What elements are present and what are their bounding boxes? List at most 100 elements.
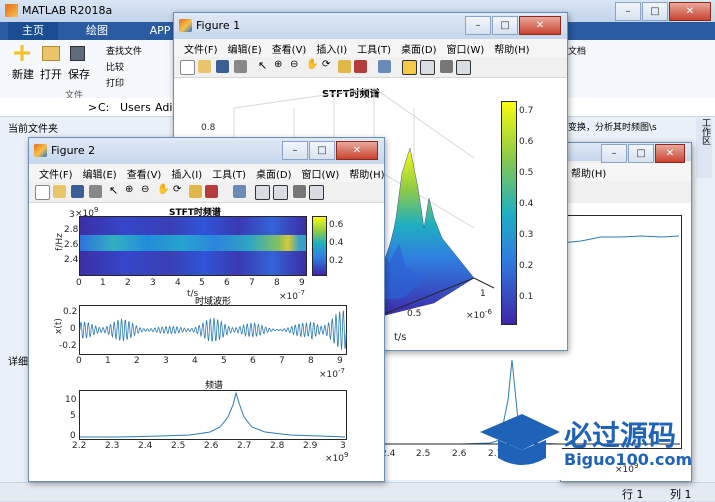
show-tools-icon[interactable] [309, 185, 324, 200]
fig2-menu-insert[interactable]: 插入(I) [171, 166, 202, 181]
watermark-cn: 必过源码 [564, 419, 677, 452]
hide-tools-icon[interactable] [440, 60, 453, 73]
print-icon[interactable] [234, 60, 247, 73]
fig2-close-button[interactable]: ✕ [336, 141, 378, 160]
save-icon[interactable] [71, 185, 84, 198]
fig3-xtick-2: 2.6 [452, 449, 467, 459]
fig2-menu-window[interactable]: 窗口(W) [302, 166, 340, 181]
save-icon[interactable] [216, 60, 229, 73]
fig2-menubar: 文件(F) 编辑(E) 查看(V) 插入(I) 工具(T) 桌面(D) 窗口(W… [29, 164, 384, 182]
open-icon[interactable] [198, 60, 211, 73]
pan-icon[interactable]: ✋ [157, 184, 170, 197]
fig2-minimize-button[interactable]: – [282, 141, 308, 160]
print-button[interactable]: 打印 [106, 76, 124, 89]
tab-plots[interactable]: 绘图 [72, 22, 122, 40]
pointer-icon[interactable]: ↖ [258, 59, 271, 72]
fig1-title: Figure 1 [196, 19, 241, 32]
status-bar: 行 1 列 1 [0, 482, 715, 501]
fig1-colorbar [501, 101, 517, 325]
save-button[interactable]: 保存 [68, 66, 90, 82]
figure-icon [179, 19, 192, 32]
legend-toggle-icon[interactable] [273, 185, 288, 200]
fig1-menu-edit[interactable]: 编辑(E) [228, 41, 262, 56]
fig1-menu-help[interactable]: 帮助(H) [494, 41, 529, 56]
fig1-cbar-tick-05: 0.5 [519, 168, 534, 178]
fig2-sub1-x-exponent: ×10-7 [279, 289, 305, 302]
show-tools-icon[interactable] [456, 60, 471, 75]
fig1-toolbar: ↖ ⊕ ⊖ ✋ ⟳ [174, 57, 567, 78]
fig2-menu-desktop[interactable]: 桌面(D) [256, 166, 292, 181]
fig1-xtick-0: 0.5 [407, 309, 422, 319]
watermark-url: Biguo100.com [564, 450, 693, 469]
zoom-out-icon[interactable]: ⊖ [290, 59, 303, 72]
new-figure-icon[interactable] [180, 60, 195, 75]
fig2-sub1-colorbar [312, 216, 327, 276]
figure2-window: Figure 2 – □ ✕ 文件(F) 编辑(E) 查看(V) 插入(I) 工… [28, 137, 385, 482]
figure-icon [34, 144, 47, 157]
fig2-menu-edit[interactable]: 编辑(E) [83, 166, 117, 181]
fig1-menu-file[interactable]: 文件(F) [184, 41, 218, 56]
open-button[interactable]: 打开 [40, 66, 62, 82]
hide-tools-icon[interactable] [293, 185, 306, 198]
zoom-out-icon[interactable]: ⊖ [141, 184, 154, 197]
fig1-xlabel: t/s [394, 332, 407, 343]
new-button[interactable]: 新建 [12, 66, 34, 82]
find-files-button[interactable]: 查找文件 [106, 44, 142, 57]
fig1-xtick-1: 1 [480, 289, 486, 299]
print-icon[interactable] [89, 185, 102, 198]
fig2-menu-view[interactable]: 查看(V) [127, 166, 162, 181]
fig3-maximize-button[interactable]: □ [628, 144, 654, 163]
fig2-sub3-x-exponent: ×109 [325, 451, 349, 464]
data-cursor-icon[interactable] [338, 60, 351, 73]
rotate-icon[interactable]: ⟳ [173, 184, 186, 197]
fig1-close-button[interactable]: ✕ [519, 16, 561, 35]
fig2-sub3-ytick-2: 0 [70, 431, 76, 441]
fig1-menu-view[interactable]: 查看(V) [272, 41, 307, 56]
fig1-x-exponent: ×10-6 [466, 308, 492, 321]
brush-icon[interactable] [205, 185, 218, 198]
new-figure-icon[interactable] [35, 185, 50, 200]
fig1-minimize-button[interactable]: – [465, 16, 491, 35]
tab-home[interactable]: 主页 [8, 22, 58, 40]
fig1-menu-window[interactable]: 窗口(W) [447, 41, 485, 56]
fig1-menu-insert[interactable]: 插入(I) [316, 41, 347, 56]
compare-button[interactable]: 比较 [106, 60, 124, 73]
workspace-tab[interactable]: 工作区 [696, 118, 712, 178]
zoom-in-icon[interactable]: ⊕ [274, 59, 287, 72]
fig2-spectrum-line [80, 391, 346, 438]
link-icon[interactable] [233, 185, 246, 198]
main-close-button[interactable]: ✕ [669, 2, 711, 21]
fig2-waveform [79, 310, 347, 350]
fig1-maximize-button[interactable]: □ [492, 16, 518, 35]
colorbar-toggle-icon[interactable] [402, 60, 417, 75]
command-hint: 变换，分析其时频图\s [568, 123, 657, 133]
colorbar-toggle-icon[interactable] [255, 185, 270, 200]
pan-icon[interactable]: ✋ [306, 59, 319, 72]
fig2-maximize-button[interactable]: □ [309, 141, 335, 160]
fig3-menu-help[interactable]: 帮助(H) [571, 165, 606, 180]
fig2-sub1-ytick-0: 3 [69, 210, 75, 220]
open-icon[interactable] [53, 185, 66, 198]
fig1-menu-tools[interactable]: 工具(T) [357, 41, 391, 56]
brush-icon[interactable] [354, 60, 367, 73]
fig3-close-button[interactable]: ✕ [655, 144, 685, 163]
link-icon[interactable] [378, 60, 391, 73]
zoom-in-icon[interactable]: ⊕ [125, 184, 138, 197]
data-cursor-icon[interactable] [189, 185, 202, 198]
legend-toggle-icon[interactable] [420, 60, 435, 75]
fig1-menu-desktop[interactable]: 桌面(D) [401, 41, 437, 56]
pointer-icon[interactable]: ↖ [109, 184, 122, 197]
fig3-xtick-1: 2.5 [416, 449, 431, 459]
fig3-minimize-button[interactable]: – [601, 144, 627, 163]
rotate-icon[interactable]: ⟳ [322, 59, 335, 72]
main-minimize-button[interactable]: – [615, 2, 641, 21]
fig2-menu-tools[interactable]: 工具(T) [212, 166, 246, 181]
fig2-menu-help[interactable]: 帮助(H) [349, 166, 384, 181]
graduation-cap-icon [480, 414, 560, 465]
fig2-menu-file[interactable]: 文件(F) [39, 166, 73, 181]
fig2-sub1-ytick-1: 2.8 [64, 225, 79, 235]
watermark-logo: 必过源码 Biguo100.com [480, 410, 710, 482]
fig2-cbar-tick-06: 0.6 [329, 220, 344, 230]
main-maximize-button[interactable]: □ [642, 2, 668, 21]
fig1-cbar-tick-02: 0.2 [519, 261, 534, 271]
